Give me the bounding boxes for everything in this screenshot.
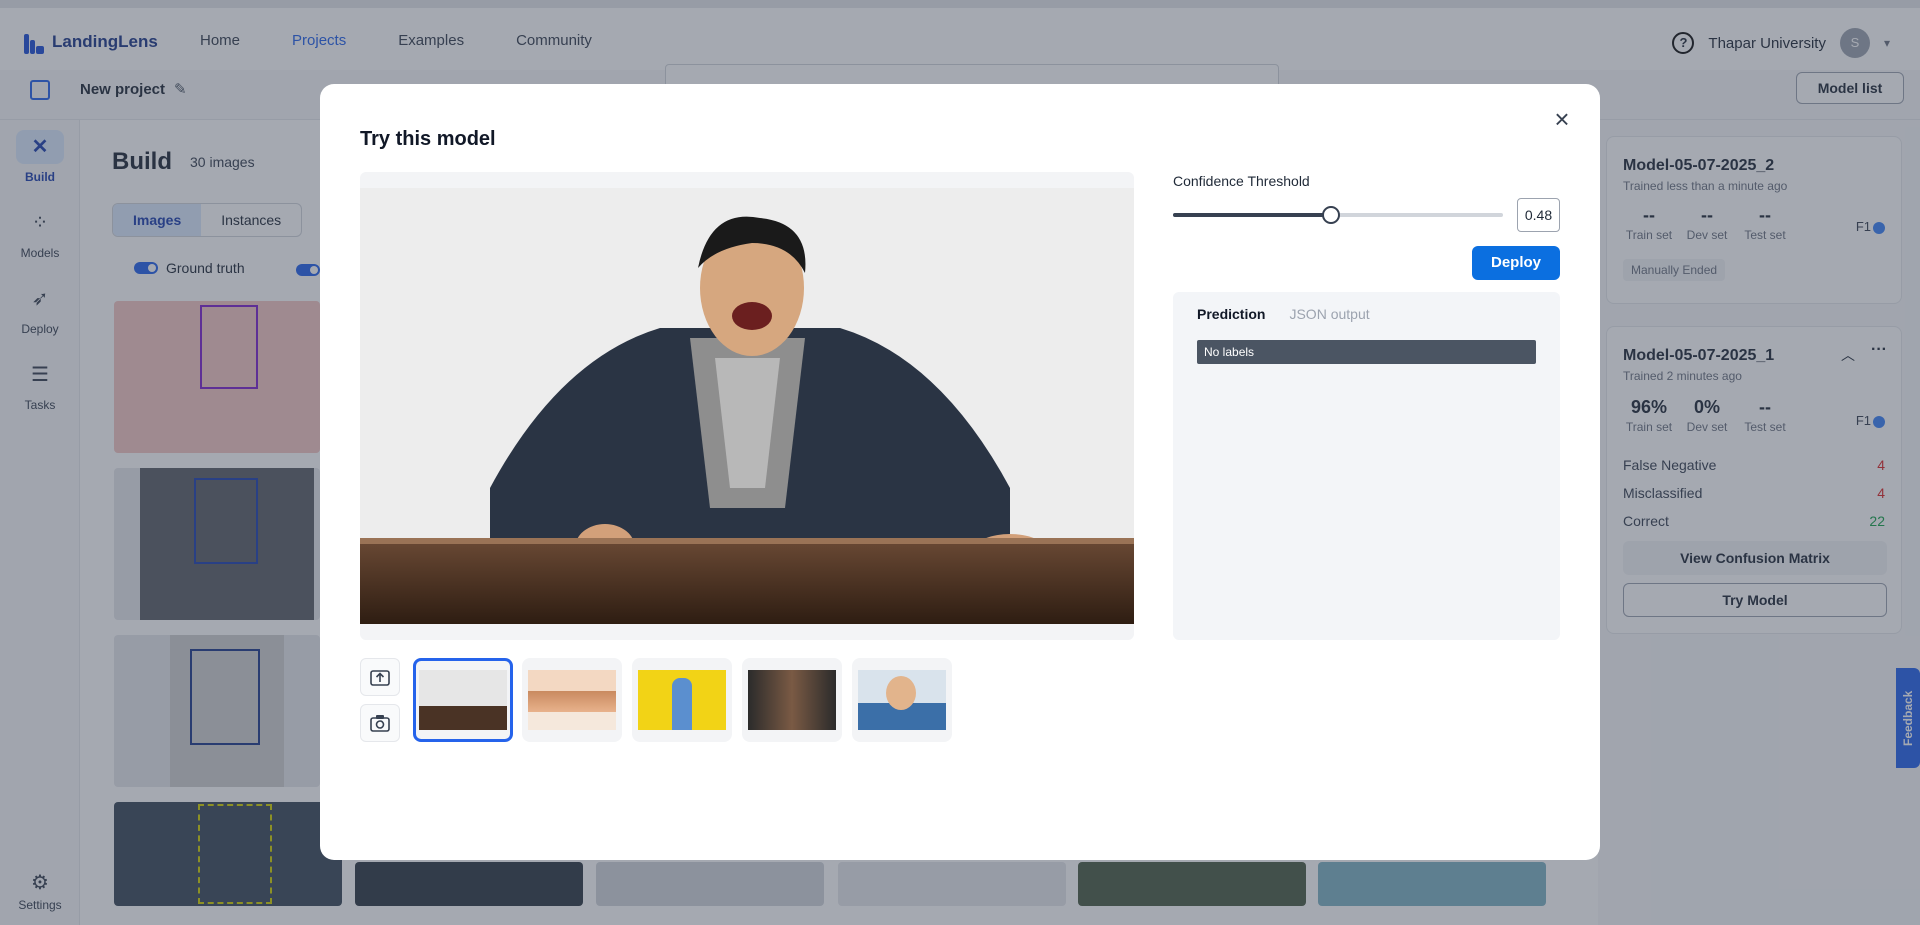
angry-man-photo	[360, 188, 1134, 624]
tab-prediction[interactable]: Prediction	[1197, 306, 1265, 322]
slider-fill	[1173, 213, 1332, 217]
deploy-button[interactable]: Deploy	[1472, 246, 1560, 280]
camera-icon	[370, 715, 390, 732]
prediction-panel: Prediction JSON output No labels	[1173, 292, 1560, 640]
confidence-slider[interactable]	[1173, 206, 1503, 224]
output-tabs: Prediction JSON output	[1197, 306, 1370, 322]
slider-handle[interactable]	[1322, 206, 1341, 224]
preview-photo	[360, 188, 1134, 624]
no-labels-banner: No labels	[1197, 340, 1536, 364]
camera-button[interactable]	[360, 704, 400, 742]
sample-image-4[interactable]	[742, 658, 842, 742]
try-model-dialog: Try this model × Confidence Threshold 0.…	[320, 84, 1600, 860]
upload-icon	[370, 670, 390, 686]
tab-json-output[interactable]: JSON output	[1289, 306, 1369, 322]
threshold-input[interactable]: 0.48	[1517, 198, 1560, 232]
upload-button[interactable]	[360, 658, 400, 696]
dialog-title: Try this model	[360, 128, 496, 150]
confidence-threshold-label: Confidence Threshold	[1173, 173, 1310, 189]
sample-image-2[interactable]	[522, 658, 622, 742]
close-icon[interactable]: ×	[1550, 106, 1574, 132]
sample-image-5[interactable]	[852, 658, 952, 742]
sample-image-1[interactable]	[413, 658, 513, 742]
image-preview	[360, 172, 1134, 640]
sample-image-3[interactable]	[632, 658, 732, 742]
